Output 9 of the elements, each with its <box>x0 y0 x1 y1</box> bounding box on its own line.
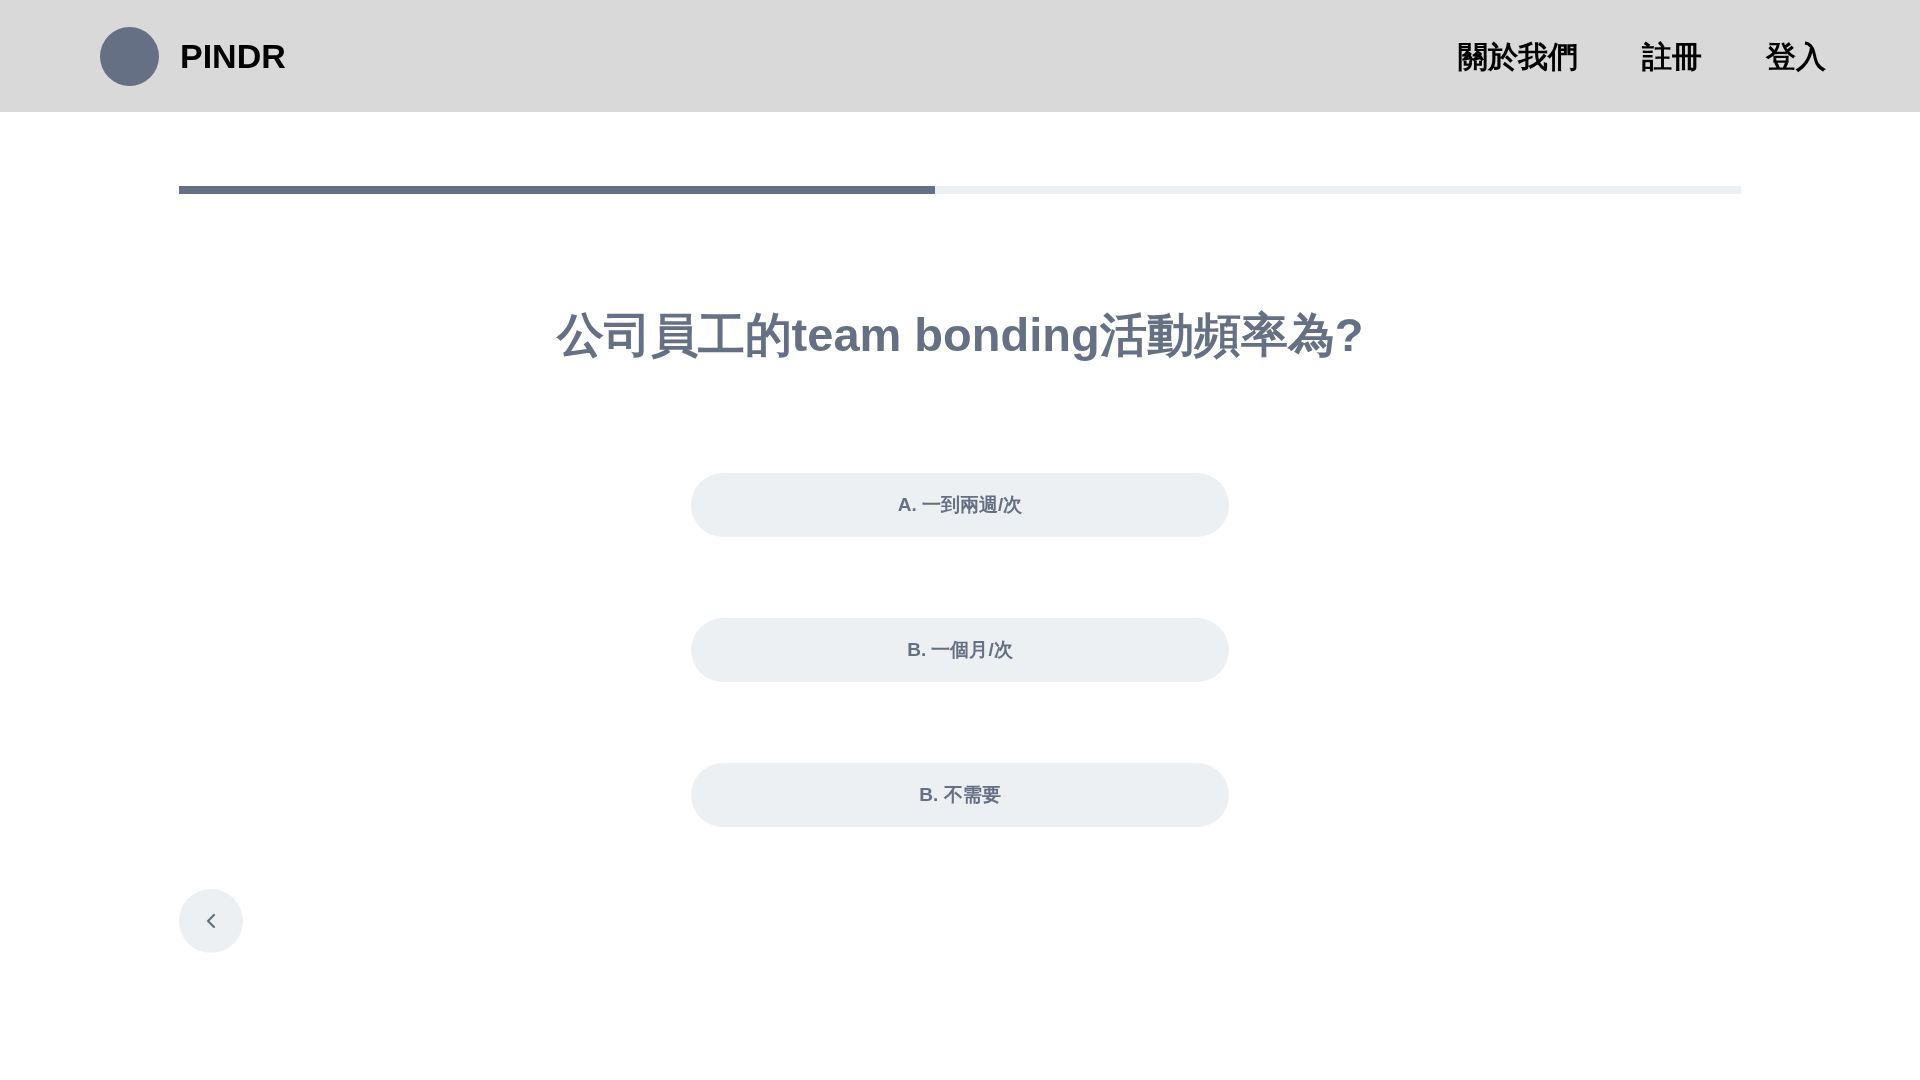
answer-option[interactable]: B. 不需要 <box>691 763 1229 827</box>
nav-link[interactable]: 關於我們 <box>1458 39 1578 73</box>
brand-name: PINDR <box>180 39 286 73</box>
question-title: 公司員工的team bonding活動頻率為? <box>555 307 1365 363</box>
answer-option[interactable]: A. 一到兩週/次 <box>691 473 1229 537</box>
chevron-left-icon <box>206 913 216 929</box>
nav-link[interactable]: 登入 <box>1766 39 1826 73</box>
nav-link[interactable]: 註冊 <box>1642 39 1702 73</box>
answer-option[interactable]: B. 一個月/次 <box>691 618 1229 682</box>
